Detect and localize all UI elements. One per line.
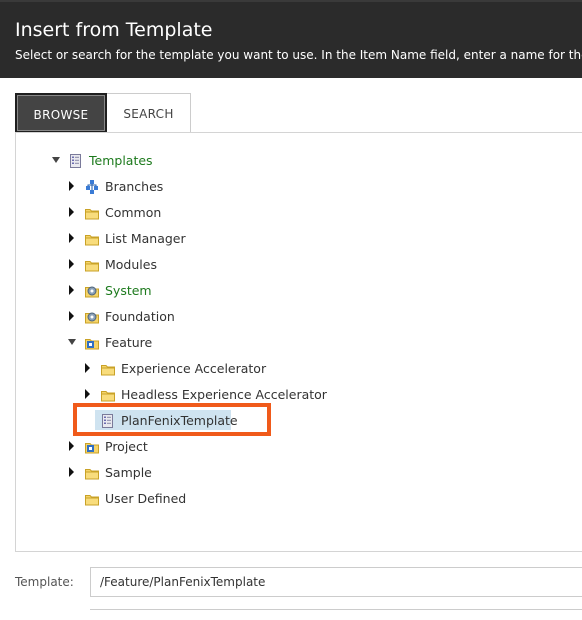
tree-item-label: Project	[105, 439, 148, 454]
tree-item-label: List Manager	[105, 231, 186, 246]
template-field-label: Template:	[15, 575, 74, 589]
folder-icon	[84, 257, 100, 273]
collapse-arrow-icon[interactable]	[68, 339, 76, 345]
system-folder-icon	[84, 283, 100, 299]
tree-item-label: Sample	[105, 465, 152, 480]
orange-highlight-box	[73, 403, 271, 436]
template-tree-panel	[15, 132, 582, 552]
tree-item-label: Templates	[89, 153, 153, 168]
branches-icon	[84, 179, 100, 195]
tree-item-label: Modules	[105, 257, 157, 272]
tree-item-label: Common	[105, 205, 162, 220]
expand-arrow-icon[interactable]	[69, 467, 74, 477]
tree-item-label: Foundation	[105, 309, 175, 324]
tab-search[interactable]: SEARCH	[107, 93, 191, 133]
feature-folder-icon	[84, 335, 100, 351]
tree-item-label: Branches	[105, 179, 164, 194]
expand-arrow-icon[interactable]	[69, 233, 74, 243]
expand-arrow-icon[interactable]	[69, 181, 74, 191]
collapse-arrow-icon[interactable]	[52, 157, 60, 163]
folder-icon	[84, 231, 100, 247]
dialog-header: Insert from Template Select or search fo…	[0, 0, 582, 78]
tree-item-label: Feature	[105, 335, 153, 350]
template-path-input[interactable]	[90, 567, 582, 597]
folder-icon	[84, 465, 100, 481]
item-name-input-edge[interactable]	[90, 609, 582, 620]
folder-icon	[84, 491, 100, 507]
expand-arrow-icon[interactable]	[69, 311, 74, 321]
header-top-strip	[0, 0, 582, 2]
expand-arrow-icon[interactable]	[69, 207, 74, 217]
tab-browse[interactable]: BROWSE	[15, 93, 107, 133]
folder-icon	[100, 361, 116, 377]
folder-icon	[84, 205, 100, 221]
tree-item-label: Experience Accelerator	[121, 361, 267, 376]
tree-item-label: User Defined	[105, 491, 187, 506]
dialog-description: Select or search for the template you wa…	[15, 48, 582, 62]
expand-arrow-icon[interactable]	[69, 259, 74, 269]
feature-folder-icon	[84, 439, 100, 455]
expand-arrow-icon[interactable]	[85, 363, 90, 373]
tree-item-label: System	[105, 283, 152, 298]
tree-item-label: Headless Experience Accelerator	[121, 387, 327, 402]
folder-icon	[100, 387, 116, 403]
dialog-title: Insert from Template	[15, 19, 213, 41]
expand-arrow-icon[interactable]	[69, 441, 74, 451]
expand-arrow-icon[interactable]	[69, 285, 74, 295]
expand-arrow-icon[interactable]	[85, 389, 90, 399]
template-icon	[68, 153, 84, 169]
system-folder-icon	[84, 309, 100, 325]
